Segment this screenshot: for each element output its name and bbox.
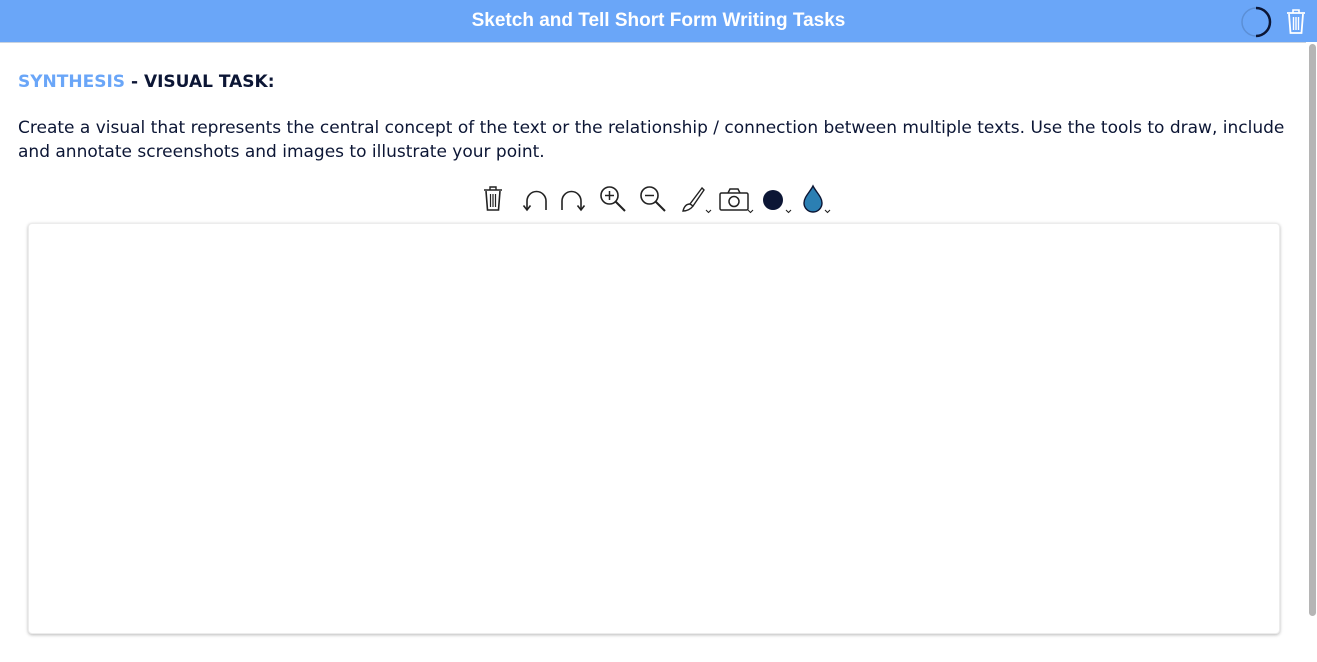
zoom-out-icon [640, 186, 666, 212]
brush-icon [682, 186, 712, 214]
clear-canvas-button[interactable] [482, 184, 504, 216]
app-header: Sketch and Tell Short Form Writing Tasks [0, 0, 1317, 43]
fill-picker-button[interactable] [800, 184, 834, 216]
zoom-in-button[interactable] [598, 184, 628, 216]
loading-spinner-icon [1240, 6, 1272, 38]
task-type: VISUAL TASK: [143, 72, 275, 92]
color-dot-icon [763, 190, 792, 214]
zoom-out-button[interactable] [638, 184, 668, 216]
scrollbar-thumb[interactable] [1309, 44, 1316, 616]
trash-icon[interactable] [1284, 6, 1308, 36]
drawing-canvas[interactable] [28, 223, 1280, 634]
screenshot-button[interactable] [718, 184, 756, 216]
zoom-in-icon [600, 186, 626, 212]
redo-icon [561, 190, 586, 212]
color-picker-button[interactable] [762, 184, 794, 216]
task-separator: - [125, 72, 144, 92]
app-title: Sketch and Tell Short Form Writing Tasks [471, 10, 846, 31]
redo-button[interactable] [558, 184, 588, 216]
fill-drop-icon [803, 184, 831, 214]
drawing-toolbar [478, 184, 838, 218]
undo-icon [522, 190, 547, 212]
task-heading: SYNTHESIS - VISUAL TASK: [18, 72, 275, 92]
trash-icon [484, 186, 502, 211]
undo-button[interactable] [520, 184, 550, 216]
brush-button[interactable] [678, 184, 714, 216]
task-category: SYNTHESIS [18, 72, 126, 92]
task-instructions: Create a visual that represents the cent… [18, 118, 1285, 162]
camera-icon [719, 188, 754, 214]
